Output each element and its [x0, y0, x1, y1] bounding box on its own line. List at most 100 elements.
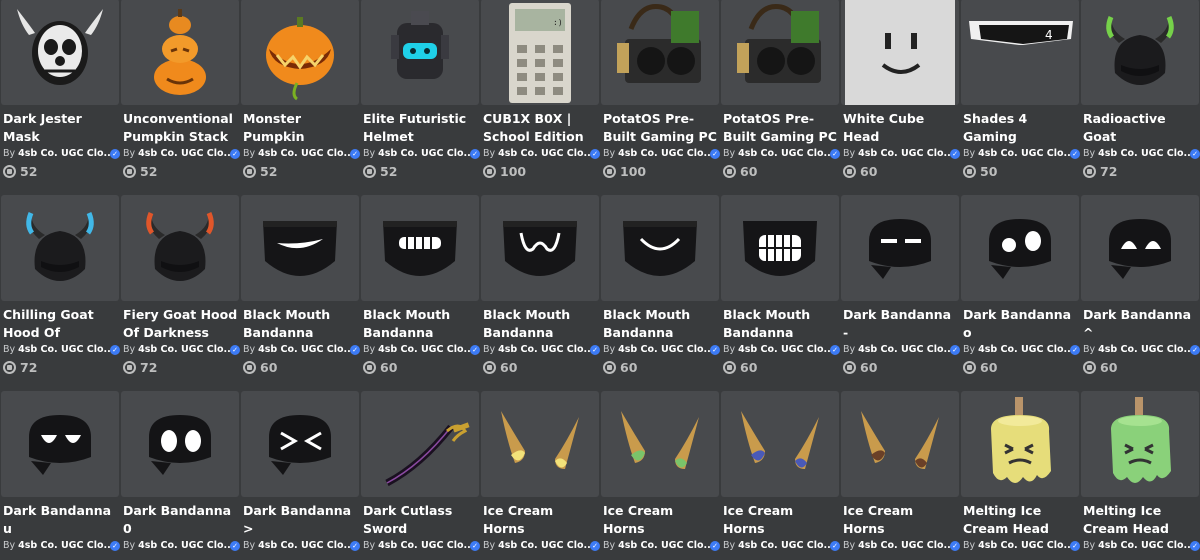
creator-link[interactable]: 4sb Co. UGC Clo...	[618, 540, 714, 551]
item-thumbnail[interactable]	[361, 391, 479, 497]
item-thumbnail[interactable]	[481, 391, 599, 497]
item-name[interactable]: Black Mouth Bandanna	[363, 306, 479, 342]
item-thumbnail[interactable]	[601, 0, 719, 105]
catalog-item-card[interactable]: Dark Bandanna >< EyesBy 4sb Co. UGC Clo.…	[241, 391, 360, 560]
item-thumbnail[interactable]	[841, 0, 959, 105]
creator-link[interactable]: 4sb Co. UGC Clo...	[378, 344, 474, 355]
catalog-item-card[interactable]: Ice Cream Horns[Blueberry]By 4sb Co. UGC…	[721, 391, 840, 560]
creator-link[interactable]: 4sb Co. UGC Clo...	[138, 540, 234, 551]
item-name[interactable]: Monster Pumpkin	[243, 110, 359, 146]
catalog-item-card[interactable]: Chilling Goat Hood Of By 4sb Co. UGC Clo..…	[1, 195, 120, 391]
item-name[interactable]: Chilling Goat Hood Of	[3, 306, 119, 342]
creator-link[interactable]: 4sb Co. UGC Clo...	[1098, 540, 1194, 551]
creator-link[interactable]: 4sb Co. UGC Clo...	[738, 148, 834, 159]
creator-link[interactable]: 4sb Co. UGC Clo...	[138, 344, 234, 355]
item-thumbnail[interactable]	[121, 391, 239, 497]
catalog-item-card[interactable]: Elite Futuristic Helmet By 4sb Co. UGC Clo…	[361, 0, 480, 195]
catalog-item-card[interactable]: Dark Bandanna 00 EyesBy 4sb Co. UGC Clo.…	[121, 391, 240, 560]
creator-link[interactable]: 4sb Co. UGC Clo...	[978, 344, 1074, 355]
item-name[interactable]: CUB1X B0X | School Edition	[483, 110, 599, 146]
creator-link[interactable]: 4sb Co. UGC Clo...	[498, 148, 594, 159]
item-name[interactable]: Melting Ice Cream Head	[1083, 502, 1199, 538]
item-name[interactable]: PotatOS Pre- Built Gaming PC	[603, 110, 719, 146]
catalog-item-card[interactable]: Ice Cream Horns[Lemon]By 4sb Co. UGC Clo…	[481, 391, 600, 560]
catalog-item-card[interactable]: White Cube Head By 4sb Co. UGC Clo... ✓ 60	[841, 0, 960, 195]
creator-link[interactable]: 4sb Co. UGC Clo...	[618, 344, 714, 355]
catalog-item-card[interactable]: Fiery Goat Hood Of Darkness By 4sb Co. UGC…	[121, 195, 240, 391]
catalog-item-card[interactable]: Melting Ice Cream Head By 4sb Co. UGC Clo.…	[1081, 391, 1200, 560]
creator-link[interactable]: 4sb Co. UGC Clo...	[18, 148, 114, 159]
item-thumbnail[interactable]	[841, 195, 959, 301]
item-name[interactable]: Melting Ice Cream Head	[963, 502, 1079, 538]
item-thumbnail[interactable]	[1081, 0, 1199, 105]
creator-link[interactable]: 4sb Co. UGC Clo...	[618, 148, 714, 159]
creator-link[interactable]: 4sb Co. UGC Clo...	[858, 540, 954, 551]
item-name[interactable]: Dark Bandanna o0 Eyes	[963, 306, 1079, 342]
item-thumbnail[interactable]	[1, 391, 119, 497]
item-thumbnail[interactable]	[601, 391, 719, 497]
catalog-item-card[interactable]: PotatOS Pre- Built Gaming PC By 4sb Co. UG…	[601, 0, 720, 195]
creator-link[interactable]: 4sb Co. UGC Clo...	[858, 148, 954, 159]
creator-link[interactable]: 4sb Co. UGC Clo...	[858, 344, 954, 355]
item-name[interactable]: Dark Jester Mask	[3, 110, 119, 146]
creator-link[interactable]: 4sb Co. UGC Clo...	[498, 540, 594, 551]
item-thumbnail[interactable]	[1, 0, 119, 105]
item-name[interactable]: Black Mouth Bandanna	[483, 306, 599, 342]
creator-link[interactable]: 4sb Co. UGC Clo...	[258, 344, 354, 355]
creator-link[interactable]: 4sb Co. UGC Clo...	[18, 344, 114, 355]
item-thumbnail[interactable]	[721, 391, 839, 497]
catalog-item-card[interactable]: Monster Pumpkin By 4sb Co. UGC Clo... ✓ 52	[241, 0, 360, 195]
item-name[interactable]: Radioactive GoatHood Of	[1083, 110, 1199, 146]
item-thumbnail[interactable]	[121, 0, 239, 105]
catalog-item-card[interactable]: 4Shades 4 Gaming- WhiteBy 4sb Co. UGC Cl…	[961, 0, 1080, 195]
item-thumbnail[interactable]	[241, 195, 359, 301]
creator-link[interactable]: 4sb Co. UGC Clo...	[978, 148, 1074, 159]
creator-link[interactable]: 4sb Co. UGC Clo...	[18, 540, 114, 551]
creator-link[interactable]: 4sb Co. UGC Clo...	[1098, 148, 1194, 159]
item-name[interactable]: Ice Cream Horns[Blueberry]	[723, 502, 839, 538]
catalog-item-card[interactable]: Black Mouth Bandanna By 4sb Co. UGC Clo...…	[361, 195, 480, 391]
item-thumbnail[interactable]	[961, 391, 1079, 497]
item-name[interactable]: Black Mouth Bandanna	[603, 306, 719, 342]
catalog-item-card[interactable]: Radioactive GoatHood OfBy 4sb Co. UGC Cl…	[1081, 0, 1200, 195]
item-thumbnail[interactable]	[481, 195, 599, 301]
catalog-item-card[interactable]: Ice Cream Horns[Chocolate]By 4sb Co. UGC…	[841, 391, 960, 560]
item-name[interactable]: Black Mouth Bandanna	[243, 306, 359, 342]
item-thumbnail[interactable]	[721, 0, 839, 105]
item-thumbnail[interactable]	[1, 195, 119, 301]
catalog-item-card[interactable]: Black Mouth Bandanna By 4sb Co. UGC Clo...…	[241, 195, 360, 391]
catalog-item-card[interactable]: Dark Bandanna o0 EyesBy 4sb Co. UGC Clo.…	[961, 195, 1080, 391]
catalog-item-card[interactable]: Dark Bandanna uu EyesBy 4sb Co. UGC Clo.…	[1, 391, 120, 560]
item-name[interactable]: Dark Cutlass Sword	[363, 502, 479, 538]
catalog-item-card[interactable]: PotatOS Pre- Built Gaming PC By 4sb Co. UG…	[721, 0, 840, 195]
item-name[interactable]: Unconventional Pumpkin Stack	[123, 110, 239, 146]
item-name[interactable]: Black Mouth Bandanna	[723, 306, 839, 342]
item-name[interactable]: Ice Cream Horns[Lemon]	[483, 502, 599, 538]
catalog-item-card[interactable]: Dark Jester Mask By 4sb Co. UGC Clo... ✓ 52	[1, 0, 120, 195]
item-name[interactable]: PotatOS Pre- Built Gaming PC	[723, 110, 839, 146]
creator-link[interactable]: 4sb Co. UGC Clo...	[498, 344, 594, 355]
creator-link[interactable]: 4sb Co. UGC Clo...	[978, 540, 1074, 551]
item-thumbnail[interactable]: 4	[961, 0, 1079, 105]
item-thumbnail[interactable]	[961, 195, 1079, 301]
item-name[interactable]: Dark Bandanna uu Eyes	[3, 502, 119, 538]
item-thumbnail[interactable]	[361, 0, 479, 105]
item-name[interactable]: Dark Bandanna -- Eyes	[843, 306, 959, 342]
catalog-item-card[interactable]: Melting Ice Cream Head By 4sb Co. UGC Clo.…	[961, 391, 1080, 560]
catalog-item-card[interactable]: Dark Cutlass Sword By 4sb Co. UGC Clo... ✓	[361, 391, 480, 560]
catalog-item-card[interactable]: Dark Bandanna ^^ EyesBy 4sb Co. UGC Clo.…	[1081, 195, 1200, 391]
item-thumbnail[interactable]	[1081, 391, 1199, 497]
item-name[interactable]: Dark Bandanna 00 Eyes	[123, 502, 239, 538]
item-thumbnail[interactable]: :)	[481, 0, 599, 105]
item-name[interactable]: Ice Cream Horns[Mint]	[603, 502, 719, 538]
catalog-item-card[interactable]: :) CUB1X B0X | School Edition By 4sb Co. U…	[481, 0, 600, 195]
item-name[interactable]: Dark Bandanna >< Eyes	[243, 502, 359, 538]
item-thumbnail[interactable]	[601, 195, 719, 301]
catalog-item-card[interactable]: Black Mouth Bandanna By 4sb Co. UGC Clo...…	[721, 195, 840, 391]
item-name[interactable]: Shades 4 Gaming- White	[963, 110, 1079, 146]
catalog-item-card[interactable]: Dark Bandanna -- EyesBy 4sb Co. UGC Clo.…	[841, 195, 960, 391]
catalog-item-card[interactable]: Ice Cream Horns[Mint]By 4sb Co. UGC Clo.…	[601, 391, 720, 560]
catalog-item-card[interactable]: Black Mouth Bandanna By 4sb Co. UGC Clo...…	[601, 195, 720, 391]
creator-link[interactable]: 4sb Co. UGC Clo...	[378, 540, 474, 551]
item-name[interactable]: Fiery Goat Hood Of Darkness	[123, 306, 239, 342]
